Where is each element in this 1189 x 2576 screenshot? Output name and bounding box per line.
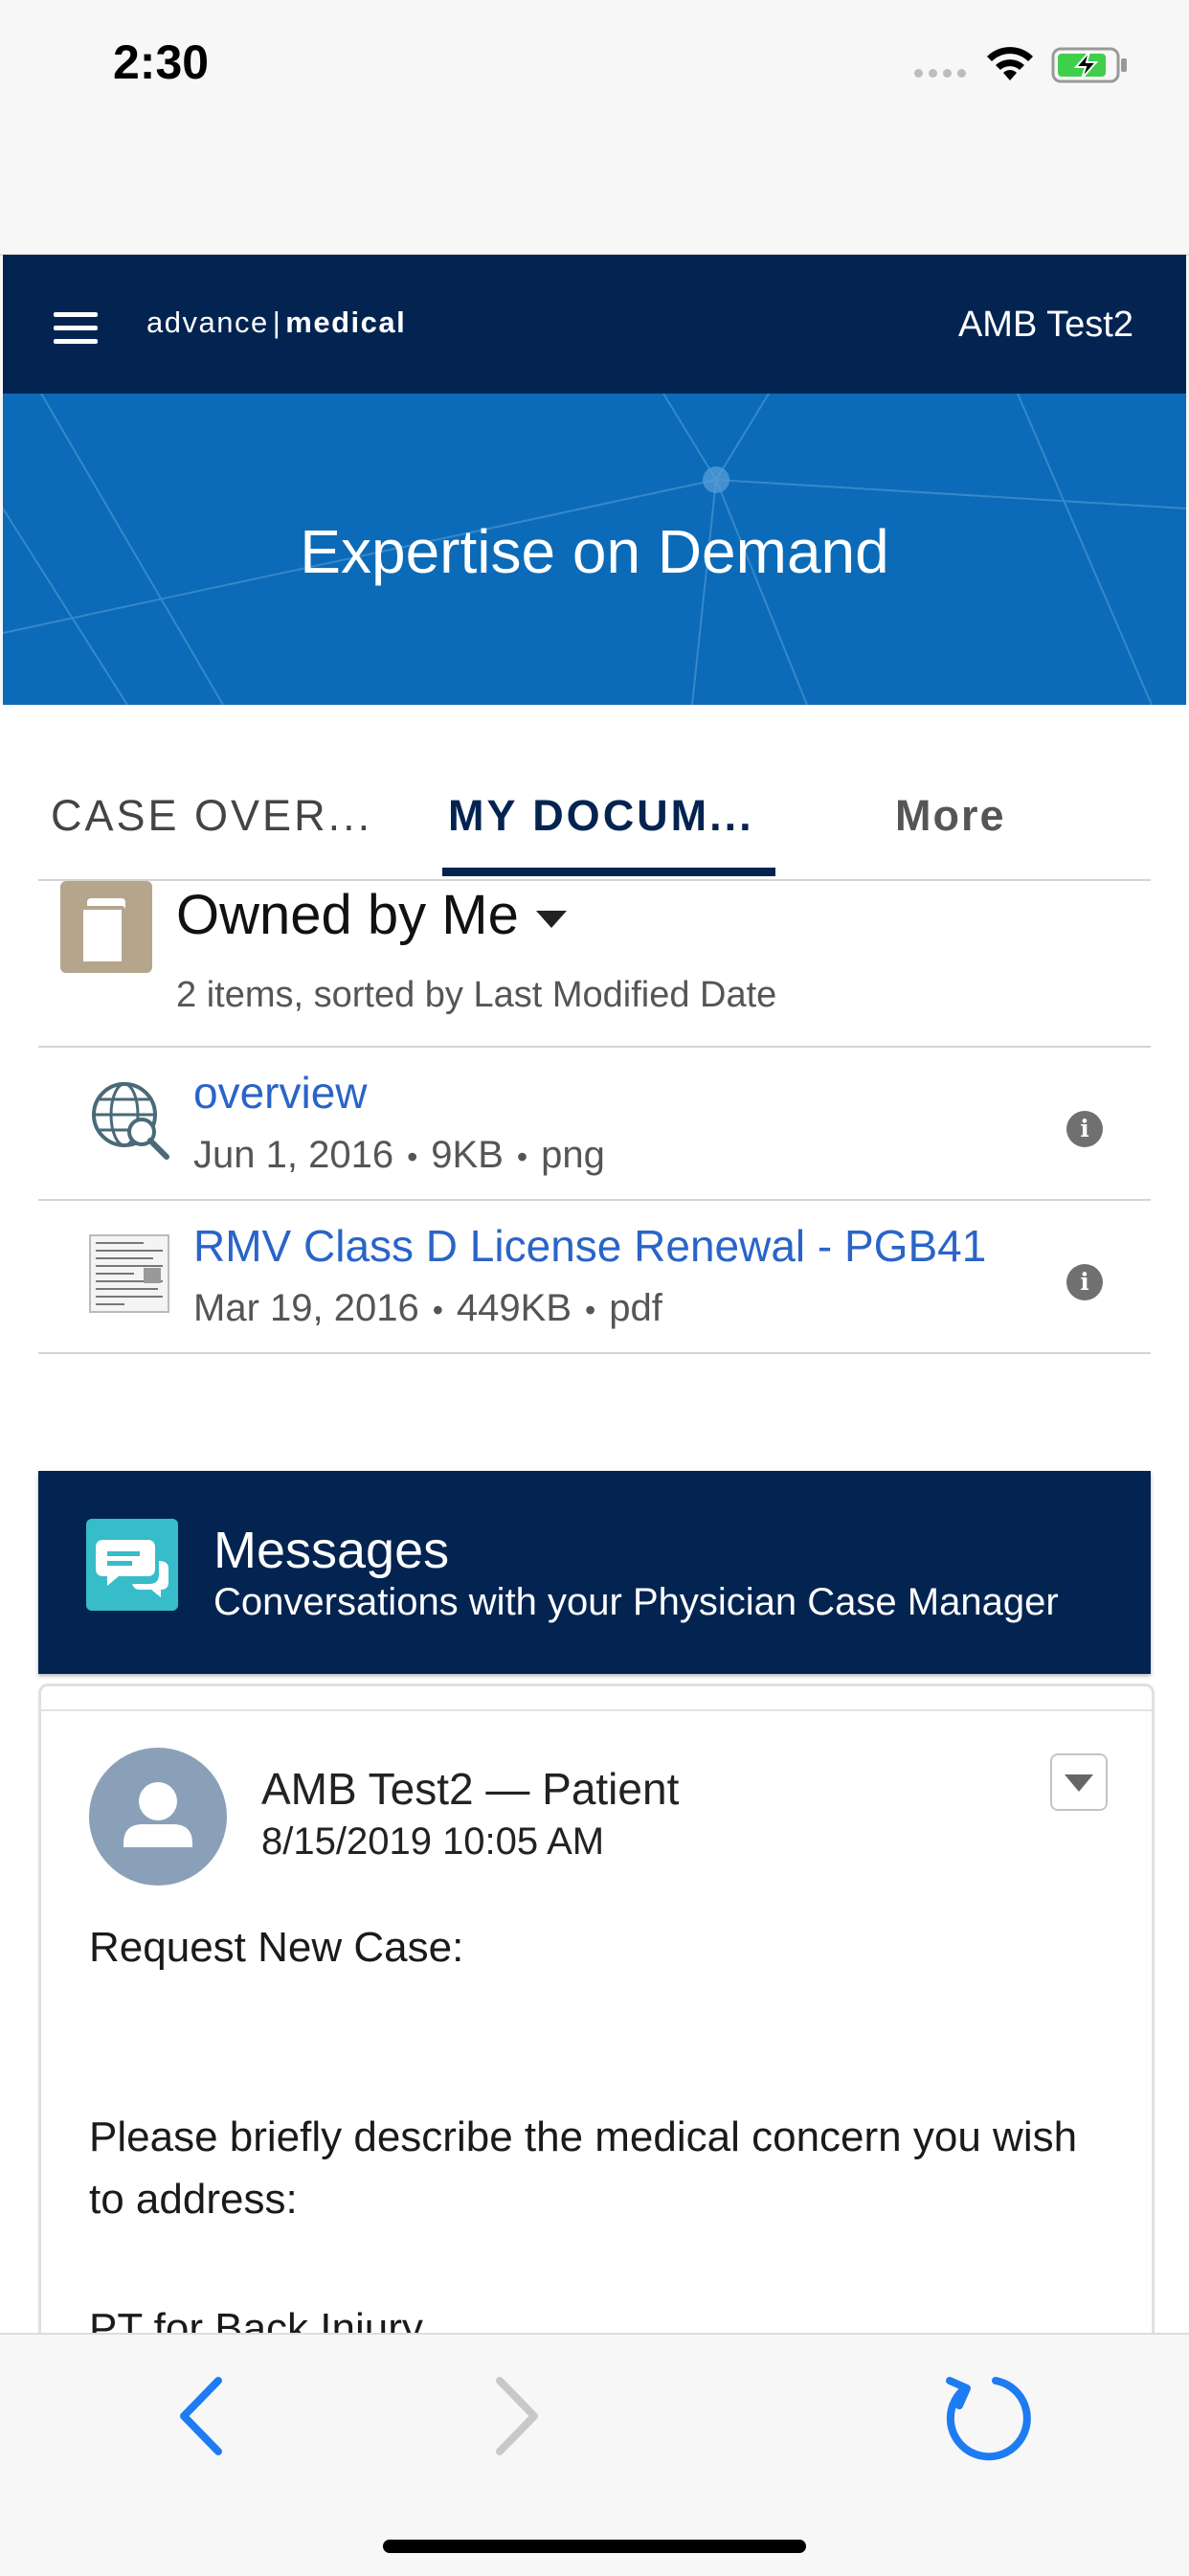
browser-toolbar [0, 2333, 1189, 2576]
back-arrow-icon[interactable] [172, 2373, 230, 2459]
card-divider [41, 1709, 1152, 1711]
active-tab-indicator [442, 868, 775, 876]
documents-list-meta: 2 items, sorted by Last Modified Date [176, 975, 777, 1015]
caret-down-icon [1065, 1774, 1093, 1792]
document-name-link[interactable]: RMV Class D License Renewal - PGB41 [193, 1220, 986, 1272]
battery-charging-icon [1051, 47, 1127, 83]
caret-down-icon [535, 910, 567, 928]
tab-my-documents[interactable]: MY DOCUM... [448, 791, 754, 841]
messages-header-card: Messages Conversations with your Physici… [38, 1471, 1151, 1674]
document-meta: Mar 19, 2016 • 449KB • pdf [193, 1287, 662, 1329]
document-row[interactable]: overview Jun 1, 2016 • 9KB • png i [38, 1048, 1151, 1201]
document-thumbnail [89, 1234, 169, 1313]
info-icon[interactable]: i [1066, 1111, 1103, 1147]
cellular-signal-icon [914, 69, 966, 78]
tab-more[interactable]: More [895, 791, 1006, 841]
user-silhouette-icon [123, 1782, 192, 1847]
document-name-link[interactable]: overview [193, 1067, 368, 1119]
tab-bar: CASE OVER... MY DOCUM... More [38, 705, 1151, 881]
documents-list-header: Owned by Me 2 items, sorted by Last Modi… [38, 881, 1151, 1048]
post-paragraph: Please briefly describe the medical conc… [89, 2113, 1078, 2223]
document-meta: Jun 1, 2016 • 9KB • png [193, 1134, 605, 1176]
document-row[interactable]: RMV Class D License Renewal - PGB41 Mar … [38, 1201, 1151, 1354]
reload-icon[interactable] [938, 2369, 1034, 2465]
globe-search-icon [92, 1082, 169, 1160]
message-post: AMB Test2 — Patient 8/15/2019 10:05 AM R… [38, 1683, 1155, 2360]
list-view-selector[interactable]: Owned by Me [176, 883, 567, 947]
post-author: AMB Test2 — Patient [261, 1764, 680, 1814]
post-paragraph: Request New Case: [89, 1924, 464, 1971]
post-timestamp: 8/15/2019 10:05 AM [261, 1820, 605, 1863]
advance-medical-logo: advance | medical [146, 305, 407, 339]
messages-subtitle: Conversations with your Physician Case M… [213, 1581, 1059, 1623]
status-bar: 2:30 [0, 0, 1189, 256]
hamburger-menu-icon[interactable] [54, 312, 98, 345]
tab-case-overview[interactable]: CASE OVER... [51, 791, 372, 841]
post-actions-dropdown[interactable] [1050, 1753, 1108, 1811]
wifi-icon [987, 47, 1033, 80]
user-name-link[interactable]: AMB Test2 [958, 305, 1133, 346]
hero-title: Expertise on Demand [300, 517, 889, 586]
info-icon[interactable]: i [1066, 1264, 1103, 1300]
status-time: 2:30 [113, 35, 210, 89]
forward-arrow-icon [496, 2377, 538, 2455]
chat-bubbles-icon [86, 1519, 178, 1611]
avatar[interactable] [89, 1748, 227, 1886]
hero-banner: Expertise on Demand [3, 394, 1186, 705]
files-icon [60, 881, 152, 973]
app-header: advance | medical AMB Test2 [3, 255, 1186, 394]
messages-title: Messages [213, 1522, 450, 1579]
home-indicator [383, 2540, 806, 2553]
main-content: CASE OVER... MY DOCUM... More Owned by M… [0, 705, 1189, 2360]
